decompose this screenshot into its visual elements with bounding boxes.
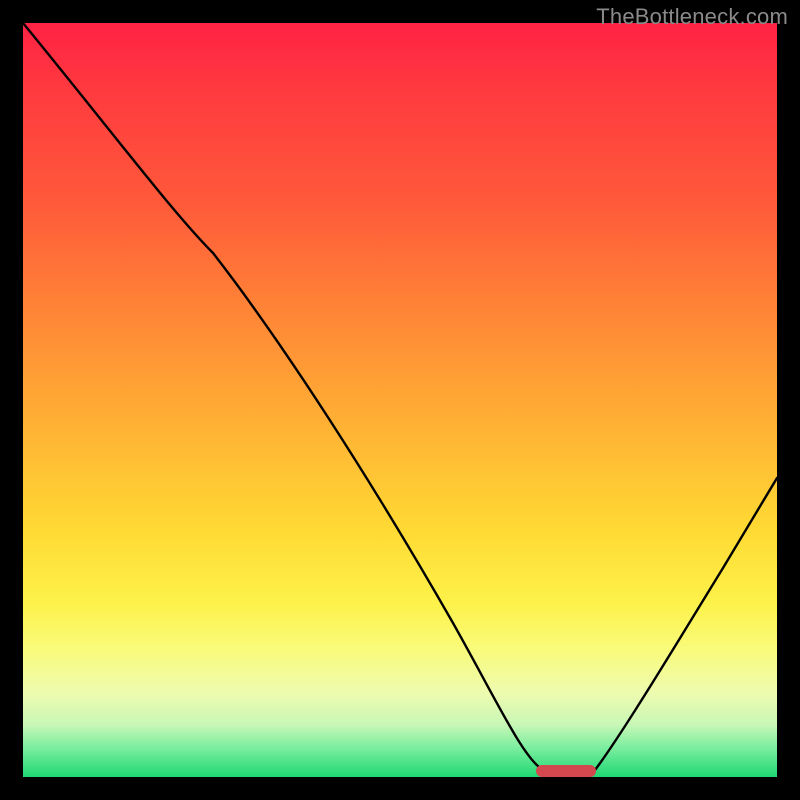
optimum-marker xyxy=(536,765,596,777)
bottleneck-curve xyxy=(23,23,777,770)
watermark-text: TheBottleneck.com xyxy=(596,4,788,30)
curve-layer xyxy=(23,23,777,777)
chart-frame: TheBottleneck.com xyxy=(0,0,800,800)
plot-area xyxy=(23,23,777,777)
